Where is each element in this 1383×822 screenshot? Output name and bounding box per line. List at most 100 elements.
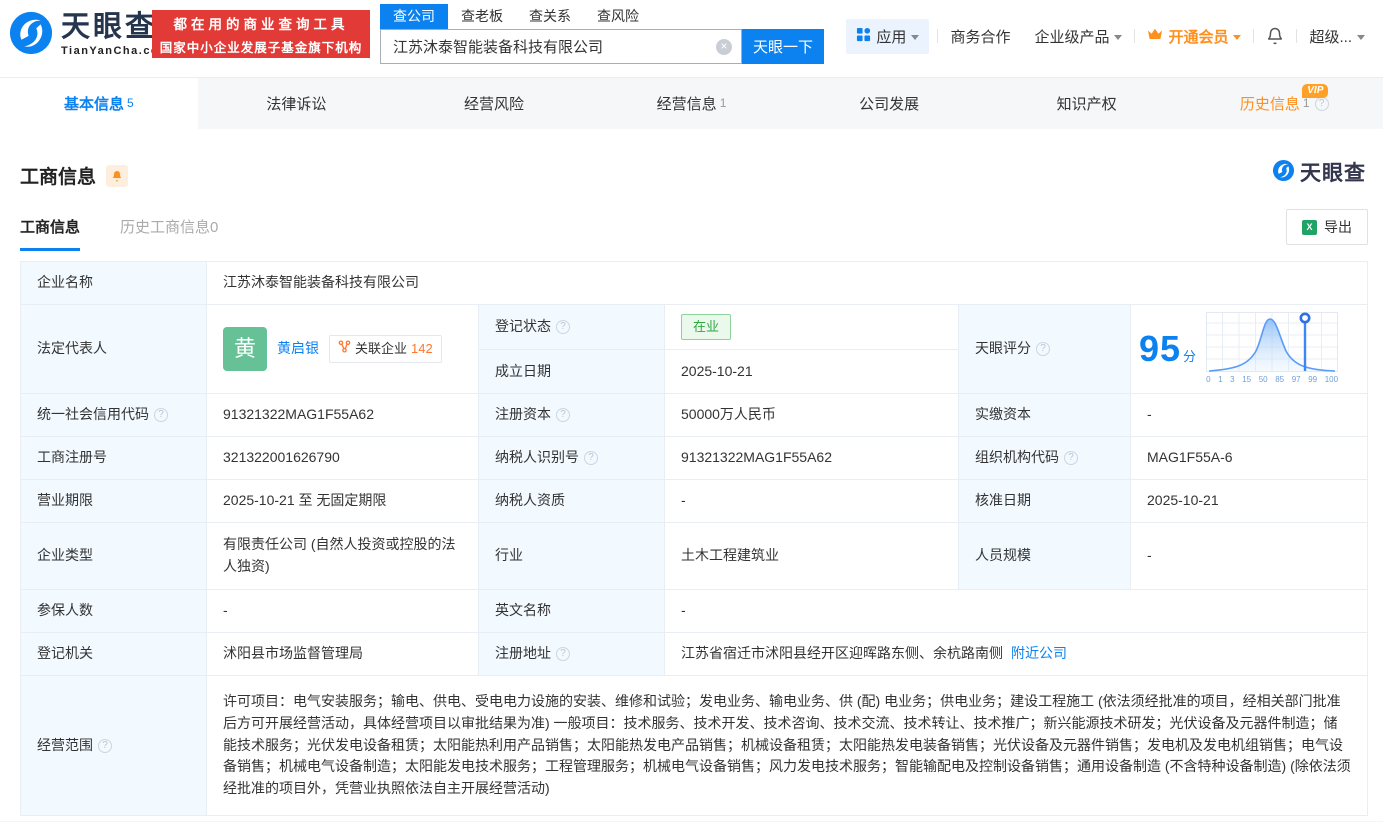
top-header: 天眼查 TianYanCha.com 都在用的商业查询工具 国家中小企业发展子基… [0,0,1383,77]
label-text: 企业名称 [37,274,93,291]
label-text: 英文名称 [495,602,551,619]
label-text: 注册资本 [495,406,551,423]
cell-paid-capital-value: - [1130,393,1368,438]
cell-industry-label: 行业 [478,522,665,591]
search-tab-relation[interactable]: 查关系 [516,4,584,29]
tab-basic-info[interactable]: 基本信息 5 [0,78,198,129]
cell-business-scope-value: 许可项目：电气安装服务；输电、供电、受电电力设施的安装、维修和试验；发电业务、输… [206,675,1368,817]
subtabs: 工商信息 历史工商信息0 [20,216,218,251]
apps-grid-icon [856,27,871,46]
search-tab-risk[interactable]: 查风险 [584,4,652,29]
address-text: 江苏省宿迁市沭阳县经开区迎晖路东侧、余杭路南侧 [681,645,1003,662]
avatar[interactable]: 黄 [223,327,267,372]
cell-english-name-label: 英文名称 [478,589,665,634]
table-row: 营业期限 2025-10-21 至 无固定期限 纳税人资质 - 核准日期 202… [20,479,1368,524]
search-input[interactable] [391,37,711,56]
cell-legal-rep-value: 黄 黄启银 关联企业 142 [206,303,479,395]
help-icon[interactable] [1064,451,1078,466]
related-label: 关联企业 [355,340,408,356]
nav-enterprise-products[interactable]: 企业级产品 [1022,26,1134,47]
tab-label: 历史信息 [1239,96,1300,113]
open-vip-link[interactable]: 开通会员 [1135,26,1253,47]
related-count: 142 [411,340,433,356]
bell-icon [1268,27,1283,45]
watermark-logo: 天眼查 [1272,157,1366,187]
user-menu[interactable]: 超级... [1297,26,1377,47]
cell-business-term-label: 营业期限 [20,479,207,524]
cell-company-type-value: 有限责任公司 (自然人投资或控股的法人独资) [206,522,479,591]
search-box [380,29,742,64]
table-row: 参保人数 - 英文名称 - [20,589,1368,634]
cell-org-code-value: MAG1F55A-6 [1130,436,1368,481]
label-text: 企业类型 [37,547,93,564]
related-companies-badge[interactable]: 关联企业 142 [329,334,442,364]
cell-reg-address-value: 江苏省宿迁市沭阳县经开区迎晖路东侧、余杭路南侧 附近公司 [664,632,1368,677]
label-text: 纳税人资质 [495,492,565,509]
tianyancha-logo[interactable]: 天眼查 TianYanCha.com [8,10,170,59]
cell-company-name-value: 江苏沐泰智能装备科技有限公司 [206,261,1368,305]
tab-label: 基本信息 [63,96,124,113]
label-text: 参保人数 [37,602,93,619]
cell-reg-status-label: 登记状态 [478,303,665,351]
score-axis: 0 1 3 15 50 85 97 99 100 [1206,375,1339,385]
search-tabs: 查公司 查老板 查关系 查风险 [380,4,824,29]
clear-search-icon[interactable] [716,38,732,55]
help-icon[interactable] [584,451,598,466]
subtab-business-registration[interactable]: 工商信息 [20,216,81,251]
label-text: 行业 [495,547,523,564]
table-row: 法定代表人 黄 黄启银 关联企业 142 登记状态 ? 在业 天眼评分 ? 95… [20,303,1368,395]
cell-insured-count-value: - [206,589,479,634]
table-row: 企业名称 江苏沐泰智能装备科技有限公司 [20,261,1368,305]
legal-rep-link[interactable]: 黄启银 [277,338,319,360]
cell-paid-capital-label: 实缴资本 [958,393,1131,438]
tab-company-development[interactable]: 公司发展 [790,78,988,129]
crown-icon [1147,27,1163,45]
help-icon[interactable] [154,408,168,423]
cell-staff-size-label: 人员规模 [958,522,1131,591]
cell-taxpayer-id-label: 纳税人识别号 [478,436,665,481]
help-icon[interactable] [1314,96,1329,111]
label-text: 组织机构代码 [975,449,1059,466]
tab-label: 经营风险 [463,96,524,113]
label-text: 实缴资本 [975,406,1031,423]
search-tab-boss[interactable]: 查老板 [448,4,516,29]
apps-menu[interactable]: 应用 [846,18,930,54]
chevron-down-icon [1233,34,1242,40]
chevron-down-icon [1357,34,1365,40]
label-text: 成立日期 [495,362,551,379]
status-badge: 在业 [681,314,732,341]
notification-bell[interactable] [1254,27,1296,45]
search-button[interactable]: 天眼一下 [742,29,824,64]
tab-business-info[interactable]: 经营信息 1 [593,78,791,129]
help-icon[interactable] [556,647,570,662]
tab-legal-proceedings[interactable]: 法律诉讼 [198,78,396,129]
cell-reg-authority-value: 沭阳县市场监督管理局 [206,632,479,677]
tab-label: 法律诉讼 [266,96,327,113]
score-value: 95 [1139,328,1182,370]
export-button[interactable]: 导出 [1286,209,1368,245]
cell-score-label: 天眼评分 [958,303,1131,395]
cell-insured-count-label: 参保人数 [20,589,207,634]
promo-banner: 都在用的商业查询工具 国家中小企业发展子基金旗下机构 [152,10,370,58]
nearby-companies-link[interactable]: 附近公司 [1011,645,1067,661]
help-icon[interactable] [98,738,112,753]
label-text: 登记状态 [495,318,551,335]
help-icon[interactable] [556,408,570,423]
tab-history-info[interactable]: VIP 历史信息 1 [1185,78,1383,129]
cell-establish-date-label: 成立日期 [478,349,665,395]
search-area: 查公司 查老板 查关系 查风险 天眼一下 [380,4,824,64]
chevron-down-icon [1114,34,1123,40]
monitor-bell-button[interactable] [106,164,129,187]
label-text: 工商注册号 [37,449,107,466]
tab-business-risk[interactable]: 经营风险 [395,78,593,129]
subtab-history-registration[interactable]: 历史工商信息0 [120,216,218,251]
help-icon[interactable] [556,320,570,335]
help-icon[interactable] [1036,342,1050,357]
cell-reg-number-value: 321322001626790 [206,436,479,481]
cell-taxpayer-id-value: 91321322MAG1F55A62 [664,436,959,481]
search-tab-company[interactable]: 查公司 [380,4,448,29]
nav-cooperation[interactable]: 商务合作 [938,26,1022,47]
cell-industry-value: 土木工程建筑业 [664,522,959,591]
cell-org-code-label: 组织机构代码 [958,436,1131,481]
tab-intellectual-property[interactable]: 知识产权 [988,78,1186,129]
